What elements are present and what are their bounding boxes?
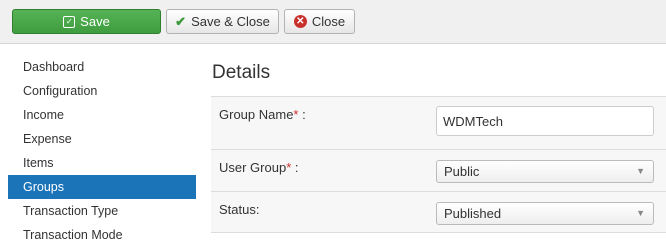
label-suffix: :: [298, 107, 306, 122]
caret-down-icon: ▼: [636, 166, 645, 176]
user-group-select[interactable]: Public ▼: [436, 160, 654, 183]
group-name-label-text: Group Name: [219, 107, 294, 122]
sidebar-item-configuration[interactable]: Configuration: [8, 79, 196, 103]
status-label: Status:: [219, 202, 259, 217]
label-suffix: :: [255, 202, 260, 217]
sidebar-item-items[interactable]: Items: [8, 151, 196, 175]
sidebar-item-dashboard[interactable]: Dashboard: [8, 55, 196, 79]
group-name-label: Group Name* :: [219, 107, 306, 122]
status-select[interactable]: Published ▼: [436, 202, 654, 225]
sidebar-item-transaction-mode[interactable]: Transaction Mode: [8, 223, 196, 247]
sidebar-item-groups[interactable]: Groups: [8, 175, 196, 199]
group-name-row: Group Name* :: [211, 96, 666, 149]
close-button-label: Close: [311, 14, 346, 29]
close-circle-icon: ✕: [293, 15, 307, 28]
toolbar: ✓ Save ✔ Save & Close ✕ Close: [0, 0, 666, 44]
save-button[interactable]: ✓ Save: [12, 9, 161, 34]
user-group-label-text: User Group: [219, 160, 287, 175]
user-group-row: User Group* : Public ▼: [211, 149, 666, 191]
check-icon: ✔: [175, 13, 187, 29]
status-label-text: Status: [219, 202, 256, 217]
status-selected-value: Published: [444, 206, 502, 221]
sidebar-item-expense[interactable]: Expense: [8, 127, 196, 151]
user-group-selected-value: Public: [444, 164, 480, 179]
close-button[interactable]: ✕ Close: [284, 9, 355, 34]
group-name-input[interactable]: [436, 106, 654, 136]
save-icon: ✓: [63, 15, 76, 28]
save-close-button[interactable]: ✔ Save & Close: [166, 9, 279, 34]
sidebar-item-income[interactable]: Income: [8, 103, 196, 127]
save-close-button-label: Save & Close: [191, 14, 270, 29]
sidebar-item-transaction-type[interactable]: Transaction Type: [8, 199, 196, 223]
user-group-label: User Group* :: [219, 160, 299, 175]
save-button-label: Save: [80, 14, 110, 29]
page-title: Details: [212, 62, 271, 83]
status-row: Status: Published ▼: [211, 191, 666, 233]
caret-down-icon: ▼: [636, 208, 645, 218]
label-suffix: :: [291, 160, 299, 175]
sidebar: Dashboard Configuration Income Expense I…: [8, 55, 196, 247]
